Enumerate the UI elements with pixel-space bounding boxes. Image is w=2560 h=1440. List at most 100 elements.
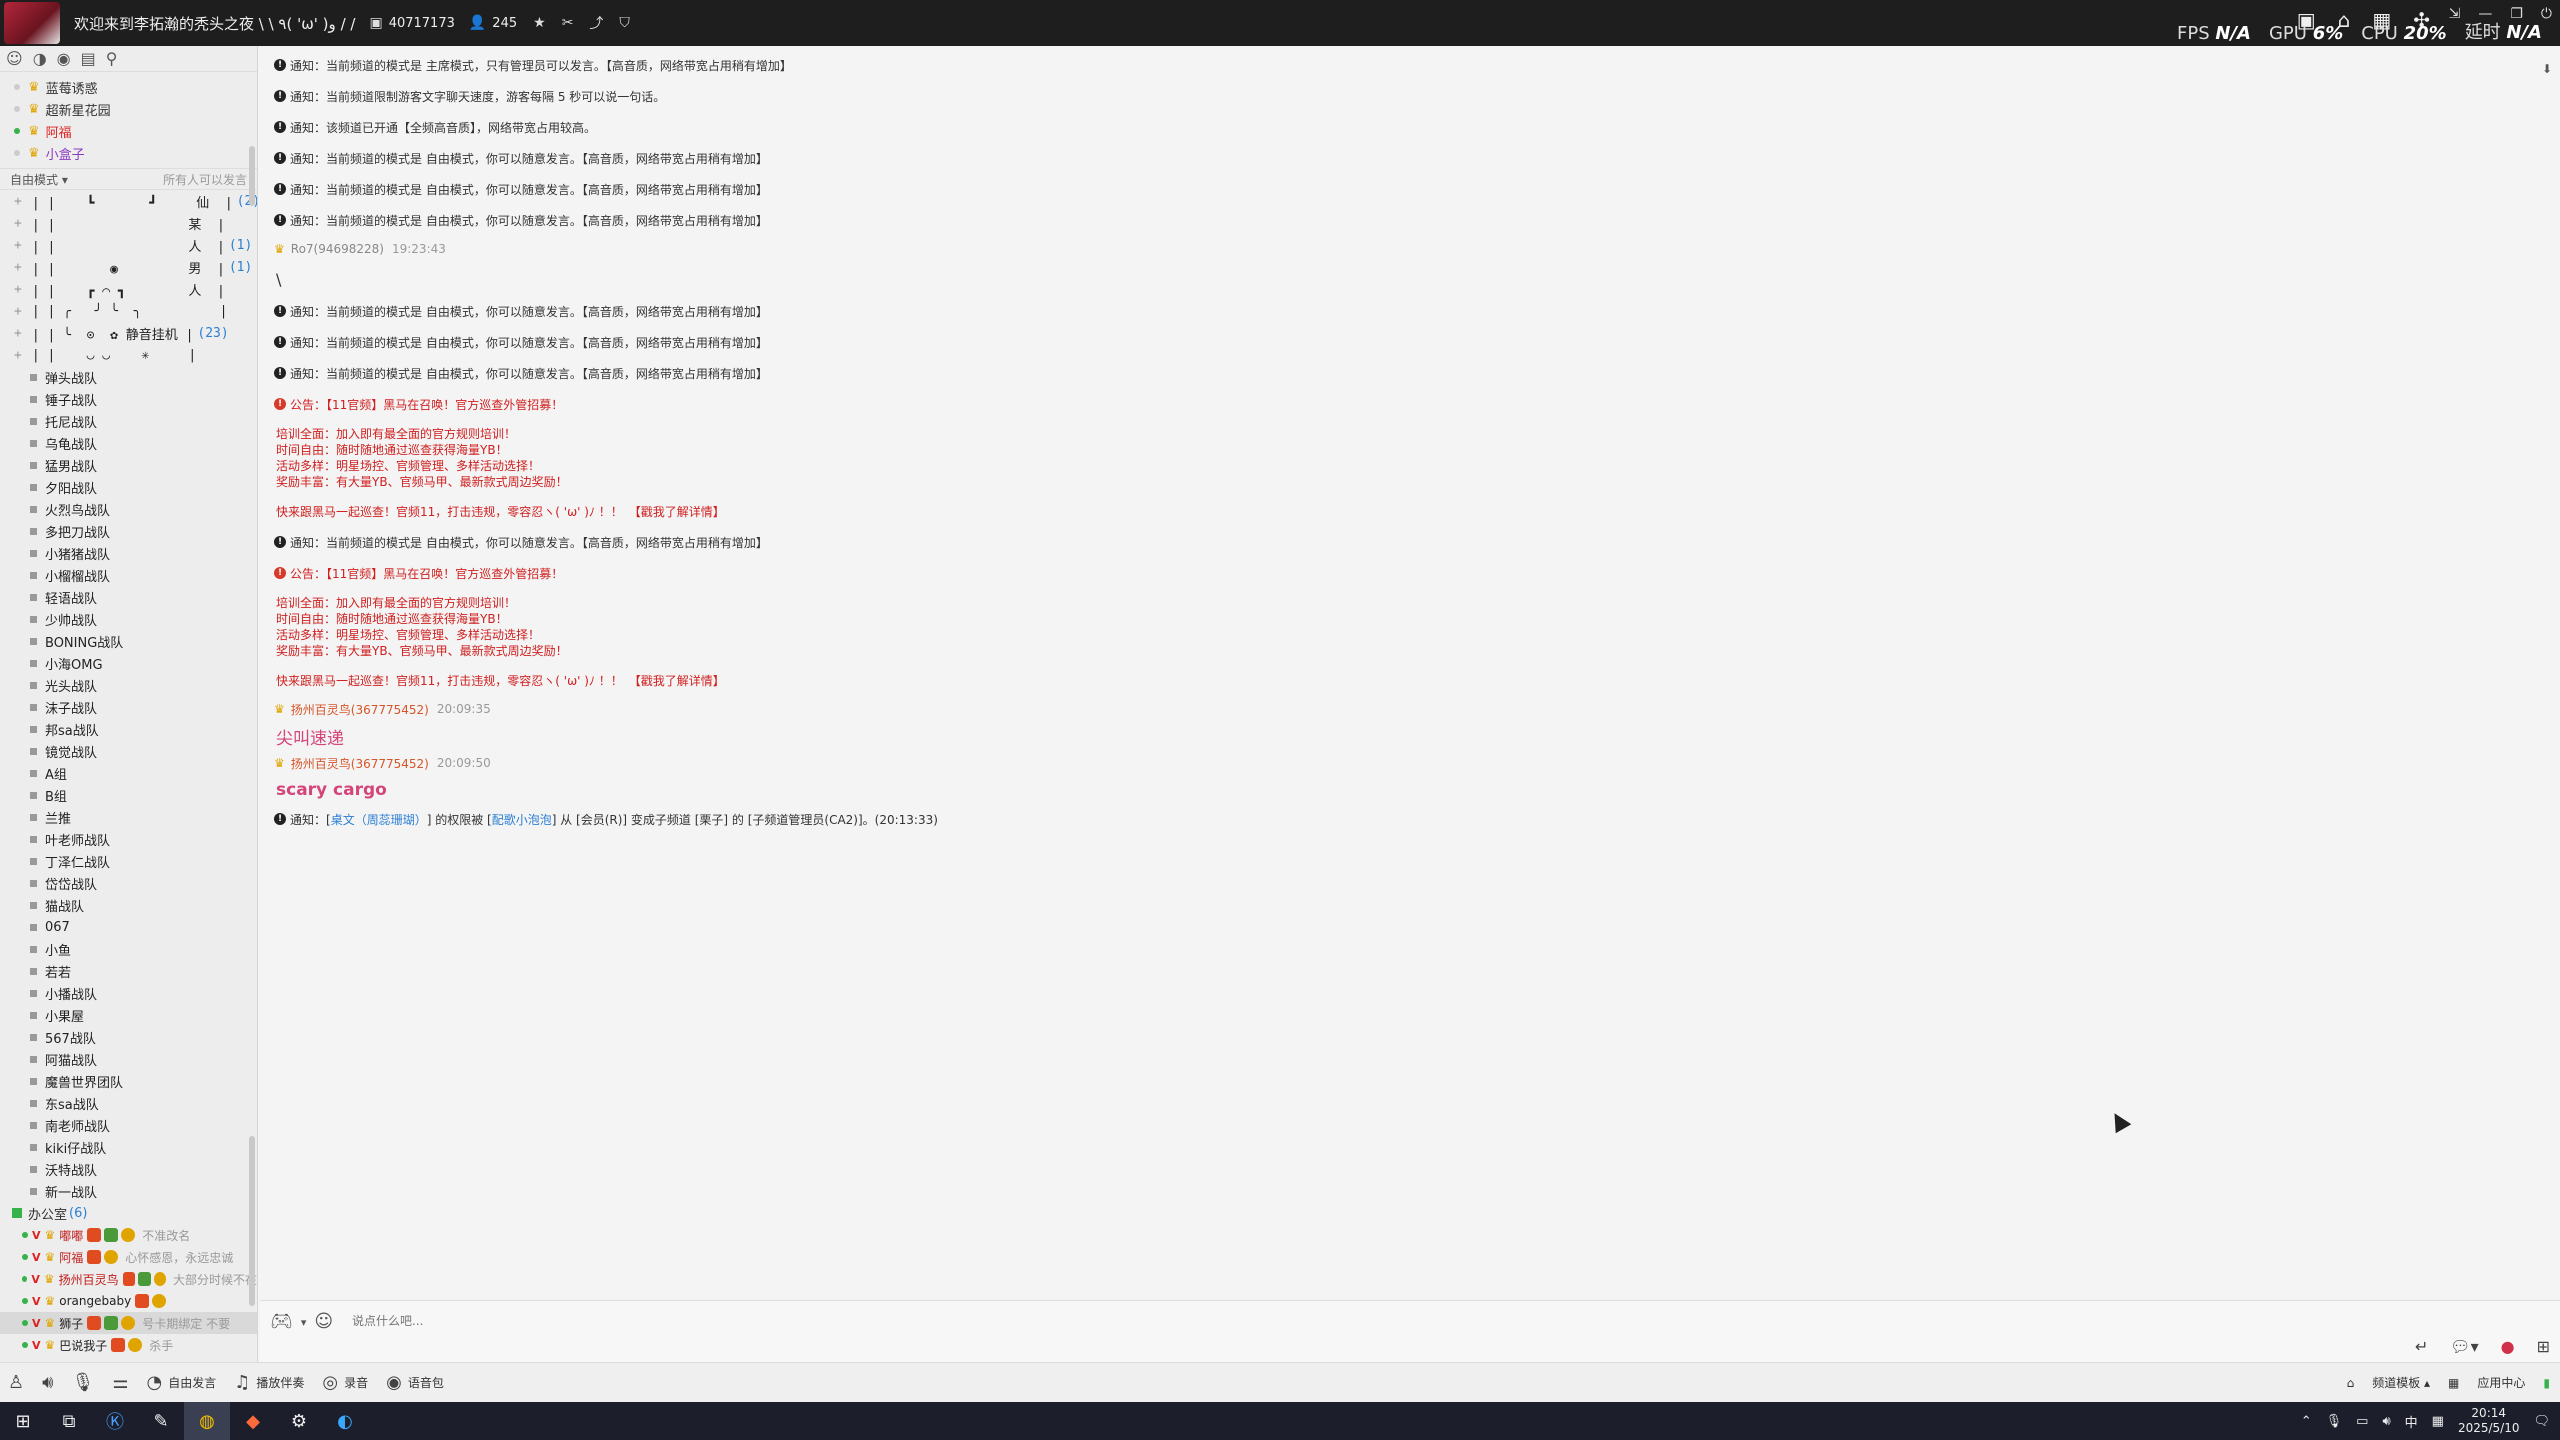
sidebar-scrollbar-top[interactable] [249,146,255,206]
channel-item[interactable]: 叶老师战队 [0,828,257,850]
channel-item[interactable]: 乌龟战队 [0,432,257,454]
expand-icon[interactable]: + [14,304,22,319]
channel-item[interactable]: 小海OMG [0,652,257,674]
user-link[interactable]: 桌文（周蕊珊瑚） [331,811,427,829]
channel-item[interactable]: 小猪猪战队 [0,542,257,564]
member-row[interactable]: V ♛ 巴说我子 杀手 [0,1334,257,1356]
sidebar-scrollbar[interactable] [249,1136,255,1306]
expand-icon[interactable]: + [14,216,22,231]
chat-input[interactable] [352,1309,2352,1333]
channel-item[interactable]: 沃特战队 [0,1158,257,1180]
channel-item[interactable]: 夕阳战队 [0,476,257,498]
mode-bar[interactable]: 自由模式 ▾ 所有人可以发言 [0,168,257,190]
bottom-action[interactable]: ◔ 自由发言 [146,1372,216,1393]
bottom-action[interactable]: ◉ 语音包 [386,1372,444,1393]
channel-item[interactable]: BONING战队 [0,630,257,652]
house-icon[interactable]: ⌂ [2347,1376,2355,1390]
channel-item[interactable]: 魔兽世界团队 [0,1070,257,1092]
channel-row[interactable]: + | | ┗ ┛ 仙 | (2) [0,190,257,212]
yy-app-icon[interactable]: ◍ [184,1402,230,1440]
emoji-icon[interactable]: ☺ [314,1311,333,1332]
speaker-icon[interactable]: 🔊︎ [42,1372,53,1393]
headset-icon[interactable]: ◑ [33,49,47,68]
channel-item[interactable]: 567战队 [0,1026,257,1048]
chat-bubble-icon[interactable]: 💬︎▾ [2450,1337,2478,1356]
scroll-down-icon[interactable]: ⬇ [2542,62,2552,76]
channel-item[interactable]: 轻语战队 [0,586,257,608]
details-link[interactable]: 【戳我了解详情】 [629,503,725,520]
channel-item[interactable]: B组 [0,784,257,806]
ime-grid-icon[interactable]: ▦ [2432,1414,2444,1429]
channel-item[interactable]: 锤子战队 [0,388,257,410]
channel-item[interactable]: 东sa战队 [0,1092,257,1114]
shield-icon[interactable]: ⛉ [619,15,630,31]
game-app-icon[interactable]: ◆ [230,1402,276,1440]
network-icon[interactable]: ▭ [2356,1414,2368,1429]
tool-icon[interactable]: ✂ [562,15,574,31]
share-icon[interactable]: ⤴ [589,13,603,33]
volume-icon[interactable]: 🔊︎ [2382,1414,2390,1429]
channel-item[interactable]: 托尼战队 [0,410,257,432]
channel-row[interactable]: + | | ◉ 男 | (1) [0,256,257,278]
details-link[interactable]: 【戳我了解详情】 [629,672,725,689]
office-channel[interactable]: 办公室 (6) [0,1202,257,1224]
member-row[interactable]: V ♛ 嘟嘟 不准改名 [0,1224,257,1246]
channel-avatar[interactable] [4,2,60,44]
channel-item[interactable]: 光头战队 [0,674,257,696]
tray-mic-icon[interactable]: 🎙︎ [2326,1414,2343,1429]
channel-item[interactable]: 火烈鸟战队 [0,498,257,520]
channel-templates[interactable]: 频道模板 ▴ [2372,1374,2430,1391]
user-row[interactable]: ♛ 蓝莓诱惑 [0,76,257,98]
channel-item[interactable]: 067 [0,916,257,938]
notes-icon[interactable]: ▤ [81,49,96,68]
channel-row[interactable]: + | | ╰ ⊙ ✿ 静音挂机 | (23) [0,322,257,344]
pen-app-icon[interactable]: ✎ [138,1402,184,1440]
user-icon[interactable]: ☺ [6,49,23,68]
notification-icon[interactable]: 🗨︎ [2533,1414,2550,1429]
dropdown-icon[interactable]: ▾ [301,1316,307,1332]
channel-row[interactable]: + | | ◡ ◡ ✳ | [0,344,257,366]
user-row[interactable]: ♛ 小盒子 [0,142,257,164]
gift-box-icon[interactable]: ⊞ [2537,1337,2550,1356]
channel-item[interactable]: 小果屋 [0,1004,257,1026]
member-row[interactable]: V ♛ 扬州百灵鸟 大部分时候不在 [0,1268,257,1290]
bottom-action[interactable]: ◎ 录音 [322,1372,368,1393]
favorite-icon[interactable]: ★ [533,15,546,31]
user-status-icon[interactable]: ♙ [8,1372,24,1393]
user-row[interactable]: ♛ 阿福 [0,120,257,142]
channel-item[interactable]: 阿猫战队 [0,1048,257,1070]
user-link[interactable]: 配歌小泡泡 [492,811,552,829]
mode-selector[interactable]: 自由模式 ▾ [10,171,68,188]
channel-item[interactable]: 猛男战队 [0,454,257,476]
channel-item[interactable]: kiki仔战队 [0,1136,257,1158]
send-enter-icon[interactable]: ↵ [2415,1337,2428,1356]
location-icon[interactable]: ◉ [57,49,71,68]
sender-name[interactable]: 扬州百灵鸟(367775452) [291,701,429,718]
steam-app-icon[interactable]: ⚙ [276,1402,322,1440]
channel-row[interactable]: + | | ╭ ╯ ╰ ╮ | [0,300,257,322]
expand-icon[interactable]: + [14,260,22,275]
channel-row[interactable]: + | | 某 | [0,212,257,234]
user-row[interactable]: ♛ 超新星花园 [0,98,257,120]
browser-app-icon[interactable]: ◐ [322,1402,368,1440]
kook-app-icon[interactable]: Ⓚ [92,1402,138,1440]
app-center[interactable]: 应用中心 [2477,1374,2525,1391]
channel-item[interactable]: 邦sa战队 [0,718,257,740]
expand-icon[interactable]: + [14,194,22,209]
search-icon[interactable]: ⚲ [106,49,118,68]
expand-icon[interactable]: + [14,348,22,363]
expand-icon[interactable]: + [14,326,22,341]
channel-item[interactable]: 小鱼 [0,938,257,960]
channel-item[interactable]: 少帅战队 [0,608,257,630]
channel-item[interactable]: 多把刀战队 [0,520,257,542]
sender-name[interactable]: 扬州百灵鸟(367775452) [291,755,429,772]
channel-item[interactable]: 小榴榴战队 [0,564,257,586]
ime-indicator[interactable]: 中 [2405,1412,2418,1431]
mixer-icon[interactable]: ⚌ [112,1372,128,1393]
channel-item[interactable]: 弹头战队 [0,366,257,388]
channel-item[interactable]: 南老师战队 [0,1114,257,1136]
sender-name[interactable]: Ro7(94698228) [291,242,384,256]
bottom-action[interactable]: ♫ 播放伴奏 [234,1372,304,1393]
power-button[interactable]: ⏻ [2541,6,2552,22]
channel-item[interactable]: 小播战队 [0,982,257,1004]
